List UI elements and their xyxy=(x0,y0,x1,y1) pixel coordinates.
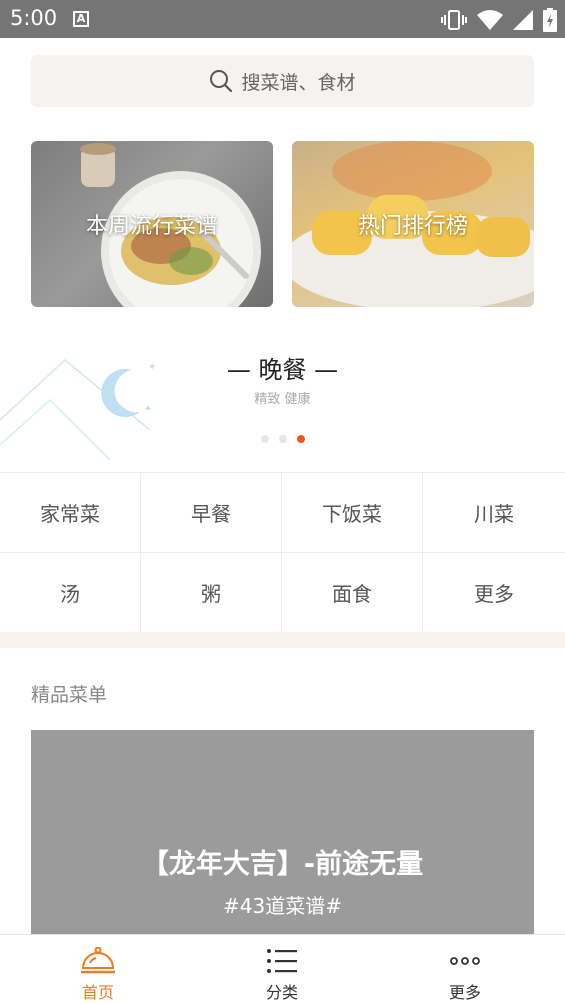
cloche-icon xyxy=(81,947,115,974)
carousel-dot[interactable] xyxy=(261,435,269,443)
more-dots-icon xyxy=(450,957,480,965)
banner-label: 本周流行菜谱 xyxy=(85,214,218,239)
tab-label: 首页 xyxy=(81,983,114,1002)
carousel-dot-active[interactable] xyxy=(297,435,305,443)
search-bar[interactable]: 搜菜谱、食材 xyxy=(31,55,534,107)
tab-label: 更多 xyxy=(448,983,481,1002)
tab-more[interactable]: 更多 xyxy=(371,935,559,1004)
bottom-tab-bar: 首页 分类 更多 xyxy=(0,934,565,1004)
status-bar: 5:00 A xyxy=(0,0,565,38)
tab-categories[interactable]: 分类 xyxy=(188,935,376,1004)
featured-card-subtitle: #43道菜谱# xyxy=(223,894,342,918)
notification-icon: A xyxy=(73,11,89,27)
category-porridge[interactable]: 粥 xyxy=(141,553,282,633)
section-divider xyxy=(0,632,565,648)
carousel-dots xyxy=(261,435,305,443)
vibrate-icon xyxy=(441,10,467,30)
section-title: 精品菜单 xyxy=(31,684,108,706)
category-grid: 家常菜 早餐 下饭菜 川菜 汤 粥 面食 更多 xyxy=(0,472,565,633)
category-rice-dishes[interactable]: 下饭菜 xyxy=(282,473,423,553)
tab-label: 分类 xyxy=(265,983,298,1002)
search-icon xyxy=(210,70,233,93)
status-icons xyxy=(441,8,557,32)
banner-label: 热门排行榜 xyxy=(357,214,468,239)
banner-hot-ranking[interactable]: 热门排行榜 xyxy=(292,141,534,307)
featured-card-title: 【龙年大吉】-前途无量 xyxy=(141,849,424,880)
list-icon xyxy=(267,949,297,973)
search-placeholder: 搜菜谱、食材 xyxy=(241,71,356,94)
meal-subtitle: 精致 健康 xyxy=(254,392,311,407)
carousel-dot[interactable] xyxy=(279,435,287,443)
category-more[interactable]: 更多 xyxy=(423,553,565,633)
meal-title: — 晚餐 — xyxy=(226,356,339,384)
category-soup[interactable]: 汤 xyxy=(0,553,141,633)
tab-home[interactable]: 首页 xyxy=(4,935,192,1004)
featured-menu-card[interactable]: 【龙年大吉】-前途无量 #43道菜谱# xyxy=(31,730,534,940)
category-breakfast[interactable]: 早餐 xyxy=(141,473,282,553)
category-noodles[interactable]: 面食 xyxy=(282,553,423,633)
meal-carousel[interactable]: ✦ ✦ — 晚餐 — 精致 健康 xyxy=(0,320,565,470)
battery-icon xyxy=(543,8,557,32)
cell-signal-icon xyxy=(513,10,533,30)
category-sichuan[interactable]: 川菜 xyxy=(423,473,565,553)
category-home-cooking[interactable]: 家常菜 xyxy=(0,473,141,553)
status-time: 5:00 xyxy=(10,6,58,30)
banner-weekly-popular[interactable]: 本周流行菜谱 xyxy=(31,141,273,307)
wifi-icon xyxy=(477,10,503,30)
